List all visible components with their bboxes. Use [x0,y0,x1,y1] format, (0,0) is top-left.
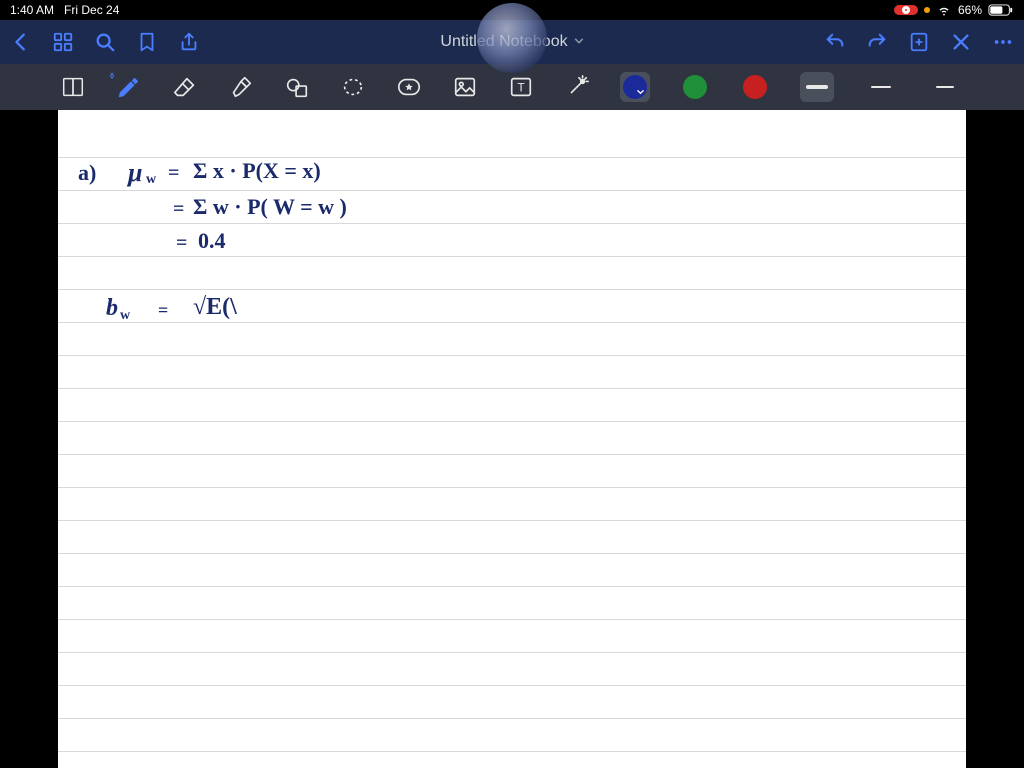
wifi-icon [936,3,952,17]
more-button[interactable] [992,31,1014,53]
mic-indicator-dot [924,7,930,13]
pen-tool[interactable]: ⬨ [116,74,142,100]
grid-view-button[interactable] [52,31,74,53]
color-swatch-icon [743,75,767,99]
notebook-page[interactable]: a) μ w = Σ x · P(X = x) = Σ w · P( W = w… [58,110,966,768]
document-title-button[interactable]: Untitled Notebook [440,33,583,51]
handwriting-text: = [176,232,187,255]
handwriting-text: μ [128,158,142,188]
tool-bar: ⬨ T [0,64,1024,110]
page-template-tool[interactable] [60,74,86,100]
shape-tool[interactable] [284,74,310,100]
battery-percent: 66% [958,3,982,17]
back-button[interactable] [10,31,32,53]
color-swatch-icon [683,75,707,99]
redo-button[interactable] [866,31,888,53]
lasso-tool[interactable] [340,74,366,100]
stroke-preview-icon [806,85,828,89]
handwriting-text: w [120,308,130,324]
color-blue[interactable] [620,72,650,102]
stroke-thin[interactable] [928,72,962,102]
color-red[interactable] [740,72,770,102]
status-bar: 1:40 AM Fri Dec 24 66% [0,0,1024,20]
undo-button[interactable] [824,31,846,53]
stroke-thick[interactable] [800,72,834,102]
color-swatch-icon [623,75,647,99]
share-button[interactable] [178,31,200,53]
laser-pointer-tool[interactable] [564,74,590,100]
close-button[interactable] [950,31,972,53]
bluetooth-icon: ⬨ [110,70,114,81]
handwriting-text: a) [78,160,96,186]
bookmark-button[interactable] [136,31,158,53]
document-title: Untitled Notebook [440,33,567,51]
handwriting-text: = [168,162,179,185]
image-tool[interactable] [452,74,478,100]
handwriting-text: 0.4 [198,228,226,254]
app-nav-bar: Untitled Notebook [0,20,1024,64]
handwriting-text: = [173,198,184,221]
stroke-medium[interactable] [864,72,898,102]
favorites-tool[interactable] [396,74,422,100]
handwriting-text: √E(\ [193,294,237,321]
svg-text:T: T [517,81,525,95]
chevron-down-icon [574,36,584,49]
handwriting-text: w [146,172,156,188]
text-tool[interactable]: T [508,74,534,100]
battery-icon [988,4,1014,17]
handwriting-text: b [106,295,118,322]
screen-recording-indicator[interactable] [894,5,918,15]
status-time: 1:40 AM [10,3,54,17]
handwriting-text: Σ w · P( W = w ) [193,194,347,220]
stroke-preview-icon [936,86,954,88]
add-page-button[interactable] [908,31,930,53]
status-date: Fri Dec 24 [64,3,119,17]
search-button[interactable] [94,31,116,53]
handwriting-text: = [158,300,168,321]
eraser-tool[interactable] [172,74,198,100]
stroke-preview-icon [871,86,891,89]
highlighter-tool[interactable] [228,74,254,100]
canvas-area: a) μ w = Σ x · P(X = x) = Σ w · P( W = w… [0,110,1024,768]
record-icon [902,6,910,14]
handwriting-text: Σ x · P(X = x) [193,158,321,184]
color-green[interactable] [680,72,710,102]
